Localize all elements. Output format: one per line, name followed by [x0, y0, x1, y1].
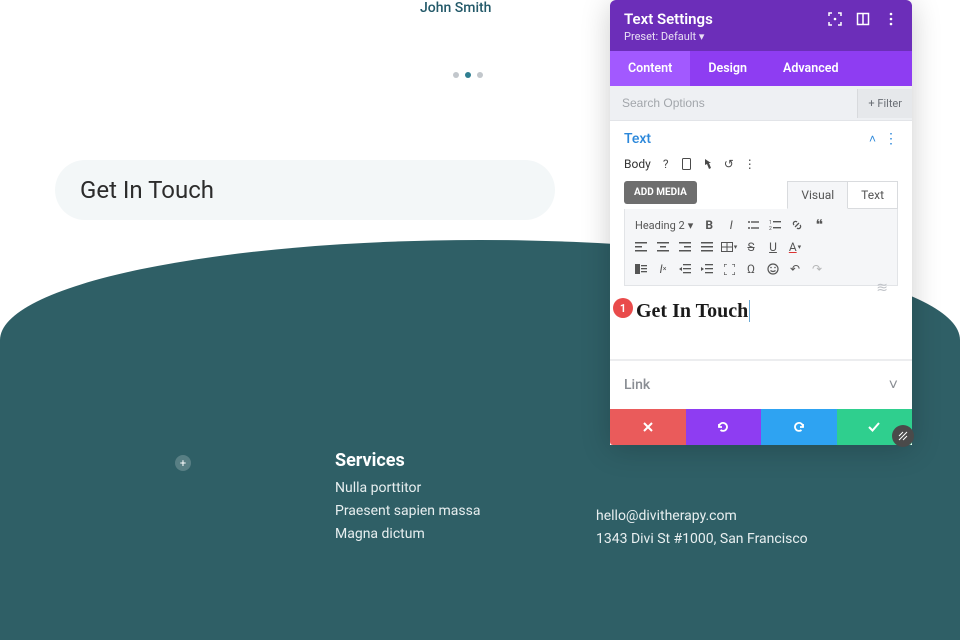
service-link[interactable]: Nulla porttitor [335, 480, 421, 496]
format-select[interactable]: Heading 2 ▾ [631, 217, 697, 234]
service-link[interactable]: Magna dictum [335, 526, 425, 542]
undo-button[interactable] [686, 409, 762, 445]
underline-icon[interactable]: U [763, 237, 783, 257]
settings-tabs: Content Design Advanced [610, 51, 912, 86]
mobile-icon[interactable] [681, 158, 693, 170]
editor-content-area[interactable]: 1 ≋ Get In Touch [624, 286, 898, 353]
fullscreen-icon[interactable] [719, 259, 739, 279]
panel-title: Text Settings [624, 10, 713, 28]
omega-icon[interactable]: Ω [741, 259, 761, 279]
text-color-icon[interactable]: A▾ [785, 237, 805, 257]
emoji-icon[interactable] [763, 259, 783, 279]
tab-content[interactable]: Content [610, 51, 690, 86]
align-center-icon[interactable] [653, 237, 673, 257]
link-icon[interactable] [787, 215, 807, 235]
search-input[interactable] [610, 86, 857, 120]
step-badge: 1 [613, 298, 633, 318]
section-more-icon[interactable]: ⋮ [884, 131, 898, 147]
editor-tab-text[interactable]: Text [848, 181, 898, 209]
service-link[interactable]: Praesent sapien massa [335, 503, 480, 519]
text-settings-panel: Text Settings Preset: Default ▾ Content … [610, 0, 912, 445]
cancel-button[interactable] [610, 409, 686, 445]
pagination-dots [453, 72, 483, 78]
panel-actions [610, 409, 912, 445]
indent-icon[interactable] [697, 259, 717, 279]
redo-icon[interactable]: ↷ [807, 259, 827, 279]
reset-icon[interactable]: ↺ [723, 158, 735, 170]
filter-button[interactable]: + Filter [857, 89, 912, 118]
contact-address: 1343 Divi St #1000, San Francisco [596, 531, 808, 547]
undo-icon[interactable]: ↶ [785, 259, 805, 279]
services-heading: Services [335, 450, 405, 471]
outdent-icon[interactable] [675, 259, 695, 279]
section-title: Link [624, 377, 650, 393]
more-icon[interactable]: ⋮ [744, 158, 756, 170]
link-section-toggle[interactable]: Link ˅ [610, 360, 912, 409]
image-left-icon[interactable] [631, 259, 651, 279]
author-name: John Smith [420, 0, 491, 16]
editor-tab-visual[interactable]: Visual [787, 181, 848, 209]
align-right-icon[interactable] [675, 237, 695, 257]
contact-email[interactable]: hello@divitherapy.com [596, 508, 737, 524]
filter-label: Filter [877, 97, 902, 110]
clear-format-icon[interactable]: I× [653, 259, 673, 279]
chevron-up-icon[interactable]: ˄ [869, 132, 876, 146]
body-label: Body [624, 157, 651, 171]
bullet-list-icon[interactable] [743, 215, 763, 235]
section-title: Text [624, 131, 651, 147]
pager-dot-active[interactable] [465, 72, 471, 78]
redo-button[interactable] [761, 409, 837, 445]
align-justify-icon[interactable] [697, 237, 717, 257]
svg-text:2: 2 [769, 226, 772, 231]
tab-advanced[interactable]: Advanced [765, 51, 857, 86]
resize-handle[interactable] [892, 425, 914, 447]
text-section: Text ˄ ⋮ Body ? ↺ ⋮ ADD MEDIA Visual Tex… [610, 121, 912, 360]
text-section-toggle[interactable]: Text ˄ ⋮ [624, 131, 898, 147]
unwrap-icon[interactable]: ≋ [876, 280, 888, 296]
expand-icon[interactable] [856, 12, 870, 26]
more-icon[interactable] [884, 12, 898, 26]
panel-header[interactable]: Text Settings Preset: Default ▾ [610, 0, 912, 51]
bold-icon[interactable]: B [699, 215, 719, 235]
tab-design[interactable]: Design [690, 51, 765, 86]
focus-icon[interactable] [828, 12, 842, 26]
add-module-button[interactable]: + [175, 455, 191, 471]
add-media-button[interactable]: ADD MEDIA [624, 181, 697, 204]
strike-icon[interactable]: S [741, 237, 761, 257]
pager-dot[interactable] [453, 72, 459, 78]
editor-text[interactable]: Get In Touch [636, 300, 750, 322]
hover-icon[interactable] [702, 158, 714, 170]
pager-dot[interactable] [477, 72, 483, 78]
italic-icon[interactable]: I [721, 215, 741, 235]
hero-heading[interactable]: Get In Touch [55, 160, 555, 220]
numbered-list-icon[interactable]: 12 [765, 215, 785, 235]
align-left-icon[interactable] [631, 237, 651, 257]
help-icon[interactable]: ? [660, 158, 672, 170]
table-icon[interactable]: ▾ [719, 237, 739, 257]
preset-dropdown[interactable]: Preset: Default ▾ [624, 30, 898, 43]
quote-icon[interactable]: ❝ [809, 215, 829, 235]
chevron-down-icon: ˅ [889, 375, 898, 395]
editor-toolbar: Heading 2 ▾ B I 12 ❝ ▾ S U A▾ I× [624, 209, 898, 286]
